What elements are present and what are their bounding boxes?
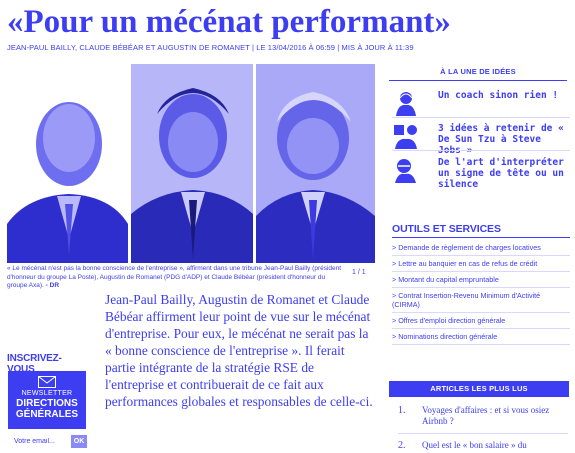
newsletter-name-line1: DIRECTIONS: [16, 398, 78, 409]
most-read-title[interactable]: Voyages d'affaires : et si vous osiez Ai…: [422, 405, 568, 427]
divider: [392, 117, 570, 118]
divider: [398, 433, 568, 434]
idea-illustration-icon: [396, 92, 416, 116]
ideas-heading: À LA UNE DE IDÉES: [389, 67, 567, 81]
email-field[interactable]: [8, 433, 70, 449]
idea-title[interactable]: 3 idées à retenir de « De Sun Tzu à Stev…: [438, 123, 568, 156]
portraits-image: [7, 64, 375, 263]
most-read-number: 2.: [398, 440, 406, 451]
most-read-heading: ARTICLES LES PLUS LUS: [389, 381, 569, 397]
ideas-heading-text: À LA UNE DE IDÉES: [440, 67, 516, 76]
envelope-icon: [38, 376, 56, 388]
most-read-number: 1.: [398, 405, 406, 416]
subscribe-button[interactable]: OK: [71, 435, 87, 448]
newsletter-label: NEWSLETTER: [21, 390, 73, 397]
tools-heading: OUTILS ET SERVICES: [392, 223, 570, 238]
newsletter-banner[interactable]: NEWSLETTER DIRECTIONS GÉNÉRALES: [8, 371, 86, 429]
tools-link-jobs[interactable]: > Offres d'emploi direction générale: [392, 316, 570, 329]
tools-link-charges[interactable]: > Demande de règlement de charges locati…: [392, 243, 570, 256]
article-date: LE 13/04/2016 À 06:59 | MIS À JOUR À 11:…: [256, 43, 414, 52]
photo-counter: 1 / 1: [352, 269, 366, 276]
article-byline: JEAN-PAUL BAILLY, CLAUDE BÉBÉAR ET AUGUS…: [7, 43, 573, 53]
article-title: «Pour un mécénat performant»: [7, 4, 451, 40]
photo-caption: « Le mécénat n'est pas la bonne conscien…: [7, 265, 345, 291]
tools-list: > Demande de règlement de charges locati…: [392, 243, 570, 348]
divider: [392, 150, 570, 151]
newsletter-form: OK: [8, 433, 88, 449]
article-lead: Jean-Paul Bailly, Augustin de Romanet et…: [105, 292, 373, 409]
photo-credit: - DR: [45, 282, 60, 289]
idea-illustration-icon: [395, 159, 416, 183]
idea-title[interactable]: De l'art d'interpréter un signe de tête …: [438, 157, 568, 190]
article-photo[interactable]: [7, 64, 375, 263]
tools-link-nominations[interactable]: > Nominations direction générale: [392, 332, 570, 345]
most-read-title[interactable]: Quel est le « bon salaire » du: [422, 440, 568, 451]
newsletter-name-line2: GÉNÉRALES: [15, 409, 79, 420]
idea-illustration-icon: [394, 125, 417, 149]
tools-link-capital[interactable]: > Montant du capital empruntable: [392, 275, 570, 288]
article-authors[interactable]: JEAN-PAUL BAILLY, CLAUDE BÉBÉAR ET AUGUS…: [7, 43, 254, 52]
tools-link-banker-letter[interactable]: > Lettre au banquier en cas de refus de …: [392, 259, 570, 272]
idea-title[interactable]: Un coach sinon rien !: [438, 90, 568, 101]
tools-link-cirma[interactable]: > Contrat Insertion-Revenu Minimum d'Act…: [392, 291, 570, 313]
